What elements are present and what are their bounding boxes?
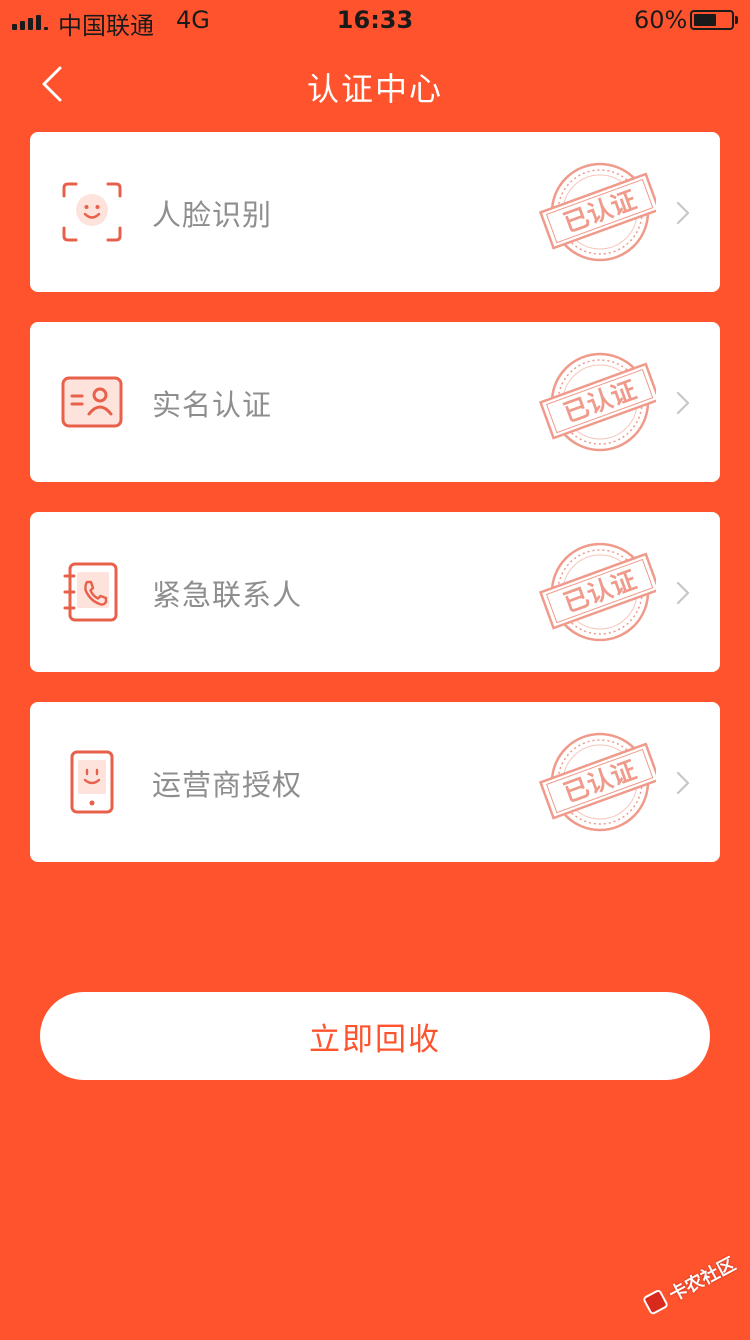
- verify-item-real-name[interactable]: 实名认证 已认证: [30, 322, 720, 482]
- face-scan-icon: [62, 182, 122, 242]
- mobile-phone-icon: [70, 750, 114, 814]
- watermark-logo-icon: [641, 1288, 670, 1316]
- verify-item-face[interactable]: 人脸识别 已认证: [30, 132, 720, 292]
- verify-item-label: 紧急联系人: [152, 578, 303, 612]
- verify-item-label: 人脸识别: [152, 198, 273, 232]
- watermark-text: 卡农社区: [665, 1253, 740, 1307]
- status-bar: 中国联通 4G 16:33 60%: [0, 0, 750, 40]
- battery-percent: 60%: [634, 6, 688, 34]
- chevron-right-icon: [676, 581, 690, 605]
- id-card-icon: [61, 376, 123, 428]
- battery-icon: [690, 10, 738, 30]
- verify-item-emergency-contact[interactable]: 紧急联系人 已认证: [30, 512, 720, 672]
- verified-stamp-icon: 已认证: [538, 542, 656, 642]
- chevron-right-icon: [676, 391, 690, 415]
- verify-item-carrier-auth[interactable]: 运营商授权 已认证: [30, 702, 720, 862]
- verified-stamp-icon: 已认证: [538, 162, 656, 262]
- verified-stamp-icon: 已认证: [538, 352, 656, 452]
- watermark: 卡农社区: [632, 1230, 750, 1340]
- nav-bar: 认证中心: [0, 44, 750, 128]
- verify-item-label: 运营商授权: [152, 768, 303, 802]
- contact-book-icon: [63, 562, 118, 622]
- recycle-now-button[interactable]: 立即回收: [40, 992, 710, 1080]
- chevron-right-icon: [676, 771, 690, 795]
- battery-level: [694, 14, 716, 26]
- chevron-right-icon: [676, 201, 690, 225]
- page-title: 认证中心: [306, 70, 443, 108]
- verified-stamp-icon: 已认证: [538, 732, 656, 832]
- verify-item-label: 实名认证: [152, 388, 273, 422]
